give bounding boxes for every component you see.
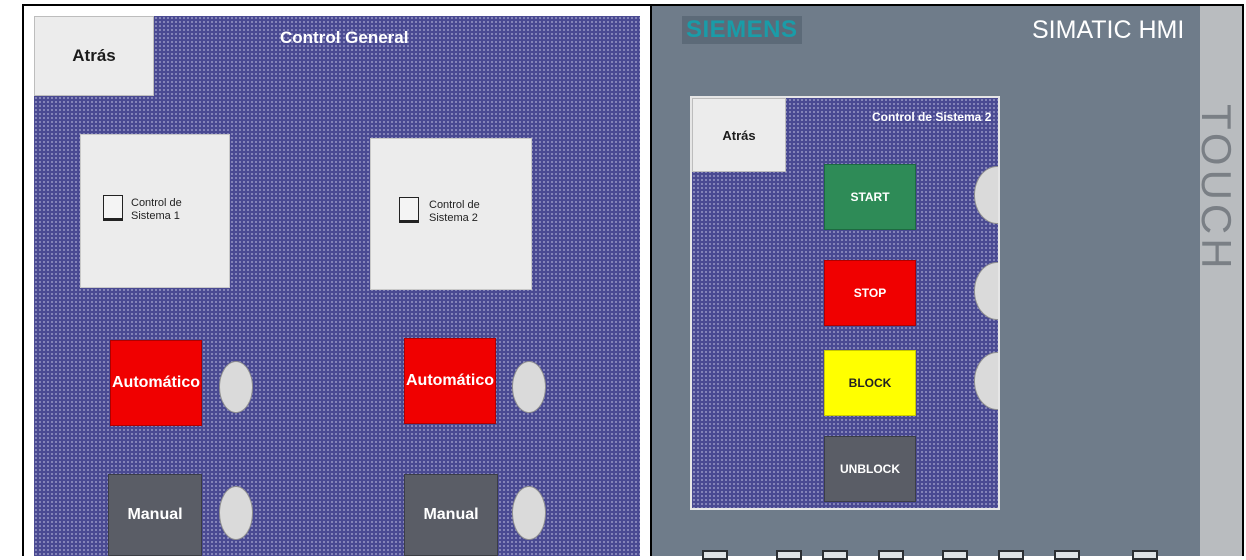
manual-indicator-2 bbox=[512, 486, 546, 540]
start-button[interactable]: START bbox=[824, 164, 916, 230]
function-key[interactable] bbox=[702, 550, 728, 560]
manual-button-1[interactable]: Manual bbox=[108, 474, 202, 556]
system-2-label: Control de Sistema 2 bbox=[429, 199, 480, 224]
hmi-device-panel: SIEMENS SIMATIC HMI TOUCH Atrás Control … bbox=[652, 6, 1242, 560]
system-1-checkbox-icon bbox=[103, 195, 123, 221]
control-sistema-2-screen: Atrás Control de Sistema 2 START STOP BL… bbox=[690, 96, 1000, 510]
siemens-logo: SIEMENS bbox=[682, 16, 802, 44]
function-key[interactable] bbox=[1132, 550, 1158, 560]
block-button[interactable]: BLOCK bbox=[824, 350, 916, 416]
system-1-control[interactable]: Control de Sistema 1 bbox=[80, 134, 230, 288]
frame-left bbox=[22, 4, 24, 556]
touch-label: TOUCH bbox=[1193, 104, 1240, 273]
stop-button[interactable]: STOP bbox=[824, 260, 916, 326]
simatic-hmi-label: SIMATIC HMI bbox=[1032, 16, 1185, 44]
automatic-button-1[interactable]: Automático bbox=[110, 340, 202, 426]
page-title: Control General bbox=[280, 28, 409, 47]
stop-indicator bbox=[974, 262, 998, 320]
manual-indicator-1 bbox=[219, 486, 253, 540]
block-indicator bbox=[974, 352, 998, 410]
manual-button-2[interactable]: Manual bbox=[404, 474, 498, 556]
unblock-button[interactable]: UNBLOCK bbox=[824, 436, 916, 502]
system-1-label: Control de Sistema 1 bbox=[131, 197, 182, 222]
function-key[interactable] bbox=[998, 550, 1024, 560]
function-key[interactable] bbox=[776, 550, 802, 560]
system-2-control[interactable]: Control de Sistema 2 bbox=[370, 138, 532, 290]
automatic-button-2[interactable]: Automático bbox=[404, 338, 496, 424]
automatic-indicator-2 bbox=[512, 361, 546, 413]
automatic-indicator-1 bbox=[219, 361, 253, 413]
function-key[interactable] bbox=[822, 550, 848, 560]
back-button[interactable]: Atrás bbox=[692, 98, 786, 172]
system-2-checkbox-icon bbox=[399, 197, 419, 223]
function-key[interactable] bbox=[878, 550, 904, 560]
touch-strip bbox=[1200, 6, 1242, 556]
page-title: Control de Sistema 2 bbox=[872, 110, 992, 124]
control-general-screen: Atrás Control General Control de Sistema… bbox=[34, 16, 640, 556]
start-indicator bbox=[974, 166, 998, 224]
frame-right bbox=[1242, 4, 1244, 556]
back-button[interactable]: Atrás bbox=[34, 16, 154, 96]
function-key[interactable] bbox=[1054, 550, 1080, 560]
function-key[interactable] bbox=[942, 550, 968, 560]
